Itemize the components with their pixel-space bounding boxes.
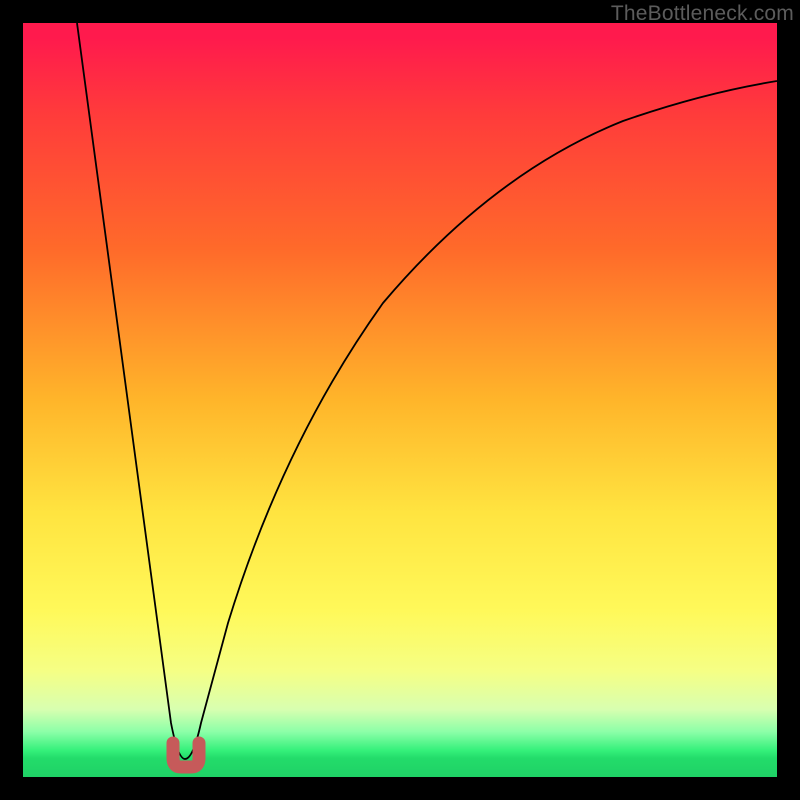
watermark-text: TheBottleneck.com [611,2,794,26]
plot-area [23,23,777,777]
chart-stage: TheBottleneck.com [0,0,800,800]
curve-layer [23,23,777,777]
bottleneck-curve [77,23,777,759]
minimum-marker [173,743,199,767]
